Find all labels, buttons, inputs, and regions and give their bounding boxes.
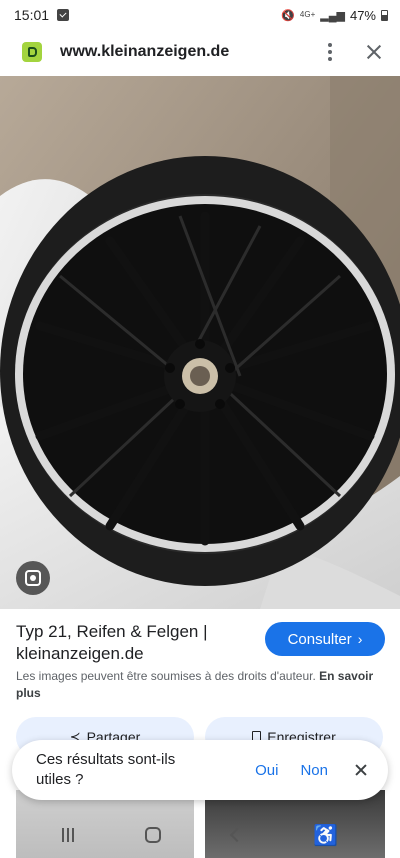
system-navigation-bar: ♿ bbox=[0, 812, 400, 858]
result-title-line: Typ 21, Reifen & Felgen | bbox=[16, 622, 208, 641]
back-icon[interactable] bbox=[230, 827, 245, 843]
wheel-photo bbox=[0, 76, 400, 609]
status-time: 15:01 bbox=[14, 7, 50, 23]
feedback-prompt: Ces résultats sont-ils utiles ? Oui Non bbox=[12, 740, 388, 800]
feedback-question: Ces résultats sont-ils utiles ? bbox=[36, 751, 176, 788]
site-favicon-icon bbox=[22, 42, 42, 62]
mute-icon: 🔇 bbox=[281, 9, 295, 22]
signal-icon: ▂▄▆ bbox=[320, 9, 345, 22]
accessibility-icon[interactable]: ♿ bbox=[313, 823, 338, 848]
copyright-text: Les images peuvent être soumises à des d… bbox=[16, 669, 316, 683]
visit-button-label: Consulter bbox=[287, 630, 352, 648]
status-bar: 15:01 🔇 4G+ ▂▄▆ 47% bbox=[0, 0, 400, 30]
chevron-right-icon: › bbox=[357, 631, 363, 647]
home-icon[interactable] bbox=[144, 827, 161, 843]
copyright-notice: Les images peuvent être soumises à des d… bbox=[16, 668, 376, 702]
custom-tab-toolbar: www.kleinanzeigen.de bbox=[0, 30, 400, 74]
battery-percent: 47% bbox=[349, 7, 376, 23]
network-type-label: 4G+ bbox=[299, 10, 316, 19]
close-icon[interactable] bbox=[362, 40, 386, 64]
visit-button[interactable]: Consulter › bbox=[265, 622, 385, 656]
feedback-no-button[interactable]: Non bbox=[300, 762, 328, 779]
battery-icon bbox=[381, 9, 388, 21]
notification-icon bbox=[57, 9, 70, 21]
recents-icon[interactable] bbox=[61, 828, 74, 842]
result-image[interactable] bbox=[0, 76, 400, 609]
site-url[interactable]: www.kleinanzeigen.de bbox=[60, 43, 229, 61]
result-title[interactable]: Typ 21, Reifen & Felgen | kleinanzeigen.… bbox=[16, 621, 256, 665]
result-source-line: kleinanzeigen.de bbox=[16, 644, 144, 663]
more-options-icon[interactable] bbox=[318, 40, 342, 64]
feedback-yes-button[interactable]: Oui bbox=[255, 762, 278, 779]
google-lens-icon[interactable] bbox=[16, 561, 50, 595]
close-icon[interactable] bbox=[354, 763, 368, 777]
